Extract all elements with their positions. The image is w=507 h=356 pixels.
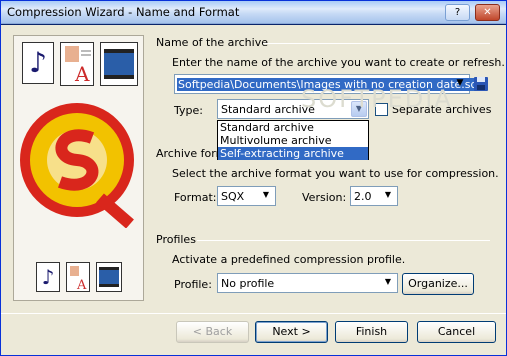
version-label: Version:	[302, 191, 347, 204]
document-small-icon: A	[66, 262, 90, 293]
format-select-value: SQX	[221, 190, 245, 203]
wizard-side-panel: ♪ A ♪ A	[13, 35, 144, 301]
type-label: Type:	[174, 104, 203, 117]
music-note-small-icon: ♪	[36, 262, 60, 292]
name-group-title: Name of the archive	[156, 36, 268, 49]
close-button[interactable]: ✕	[475, 4, 500, 21]
format-select[interactable]: SQX ▼	[217, 186, 276, 206]
chevron-down-icon[interactable]: ▼	[452, 76, 468, 92]
version-select-value: 2.0	[354, 190, 372, 203]
title-bar: Compression Wizard - Name and Format ? ✕	[1, 1, 506, 24]
dialog-body: ♪ A ♪ A Name of the archive Enter the na…	[1, 25, 506, 355]
music-note-icon: ♪	[22, 42, 54, 84]
profiles-instruction: Activate a predefined compression profil…	[172, 253, 406, 266]
button-separator	[1, 313, 506, 314]
film-small-icon	[96, 262, 122, 292]
type-option[interactable]: Standard archive	[218, 121, 368, 134]
window-title: Compression Wizard - Name and Format	[7, 5, 240, 19]
chevron-down-icon[interactable]: ▼	[258, 188, 274, 204]
film-icon	[100, 42, 138, 86]
type-dropdown-list: Standard archive Multivolume archive Sel…	[217, 120, 369, 160]
watermark: SOFTPEDIA	[301, 85, 453, 113]
profile-label: Profile:	[174, 278, 212, 291]
cancel-button[interactable]: Cancel	[417, 321, 496, 343]
finish-button[interactable]: Finish	[335, 321, 408, 343]
name-group-divider	[263, 43, 490, 44]
name-instruction: Enter the name of the archive you want t…	[172, 56, 505, 69]
profile-select[interactable]: No profile ▼	[217, 273, 398, 293]
type-option[interactable]: Multivolume archive	[218, 134, 368, 147]
svg-text:A: A	[74, 62, 90, 85]
help-button[interactable]: ?	[445, 4, 470, 21]
sqx-logo	[20, 98, 138, 229]
wizard-window: Compression Wizard - Name and Format ? ✕…	[0, 0, 507, 356]
profile-select-value: No profile	[221, 277, 275, 290]
profiles-group-title: Profiles	[156, 233, 196, 246]
svg-text:A: A	[76, 278, 87, 291]
type-option[interactable]: Self-extracting archive	[218, 147, 368, 160]
format-instruction: Select the archive format you want to us…	[172, 167, 499, 180]
profiles-group-divider	[197, 240, 490, 241]
organize-button[interactable]: Organize...	[402, 273, 474, 295]
chevron-down-icon[interactable]: ▼	[380, 188, 396, 204]
format-label: Format:	[174, 191, 217, 204]
document-image-icon: A	[60, 42, 94, 86]
save-icon[interactable]	[473, 76, 489, 92]
next-button[interactable]: Next >	[255, 321, 328, 343]
version-select[interactable]: 2.0 ▼	[350, 186, 398, 206]
chevron-down-icon[interactable]: ▼	[380, 275, 396, 291]
back-button[interactable]: < Back	[176, 321, 249, 343]
